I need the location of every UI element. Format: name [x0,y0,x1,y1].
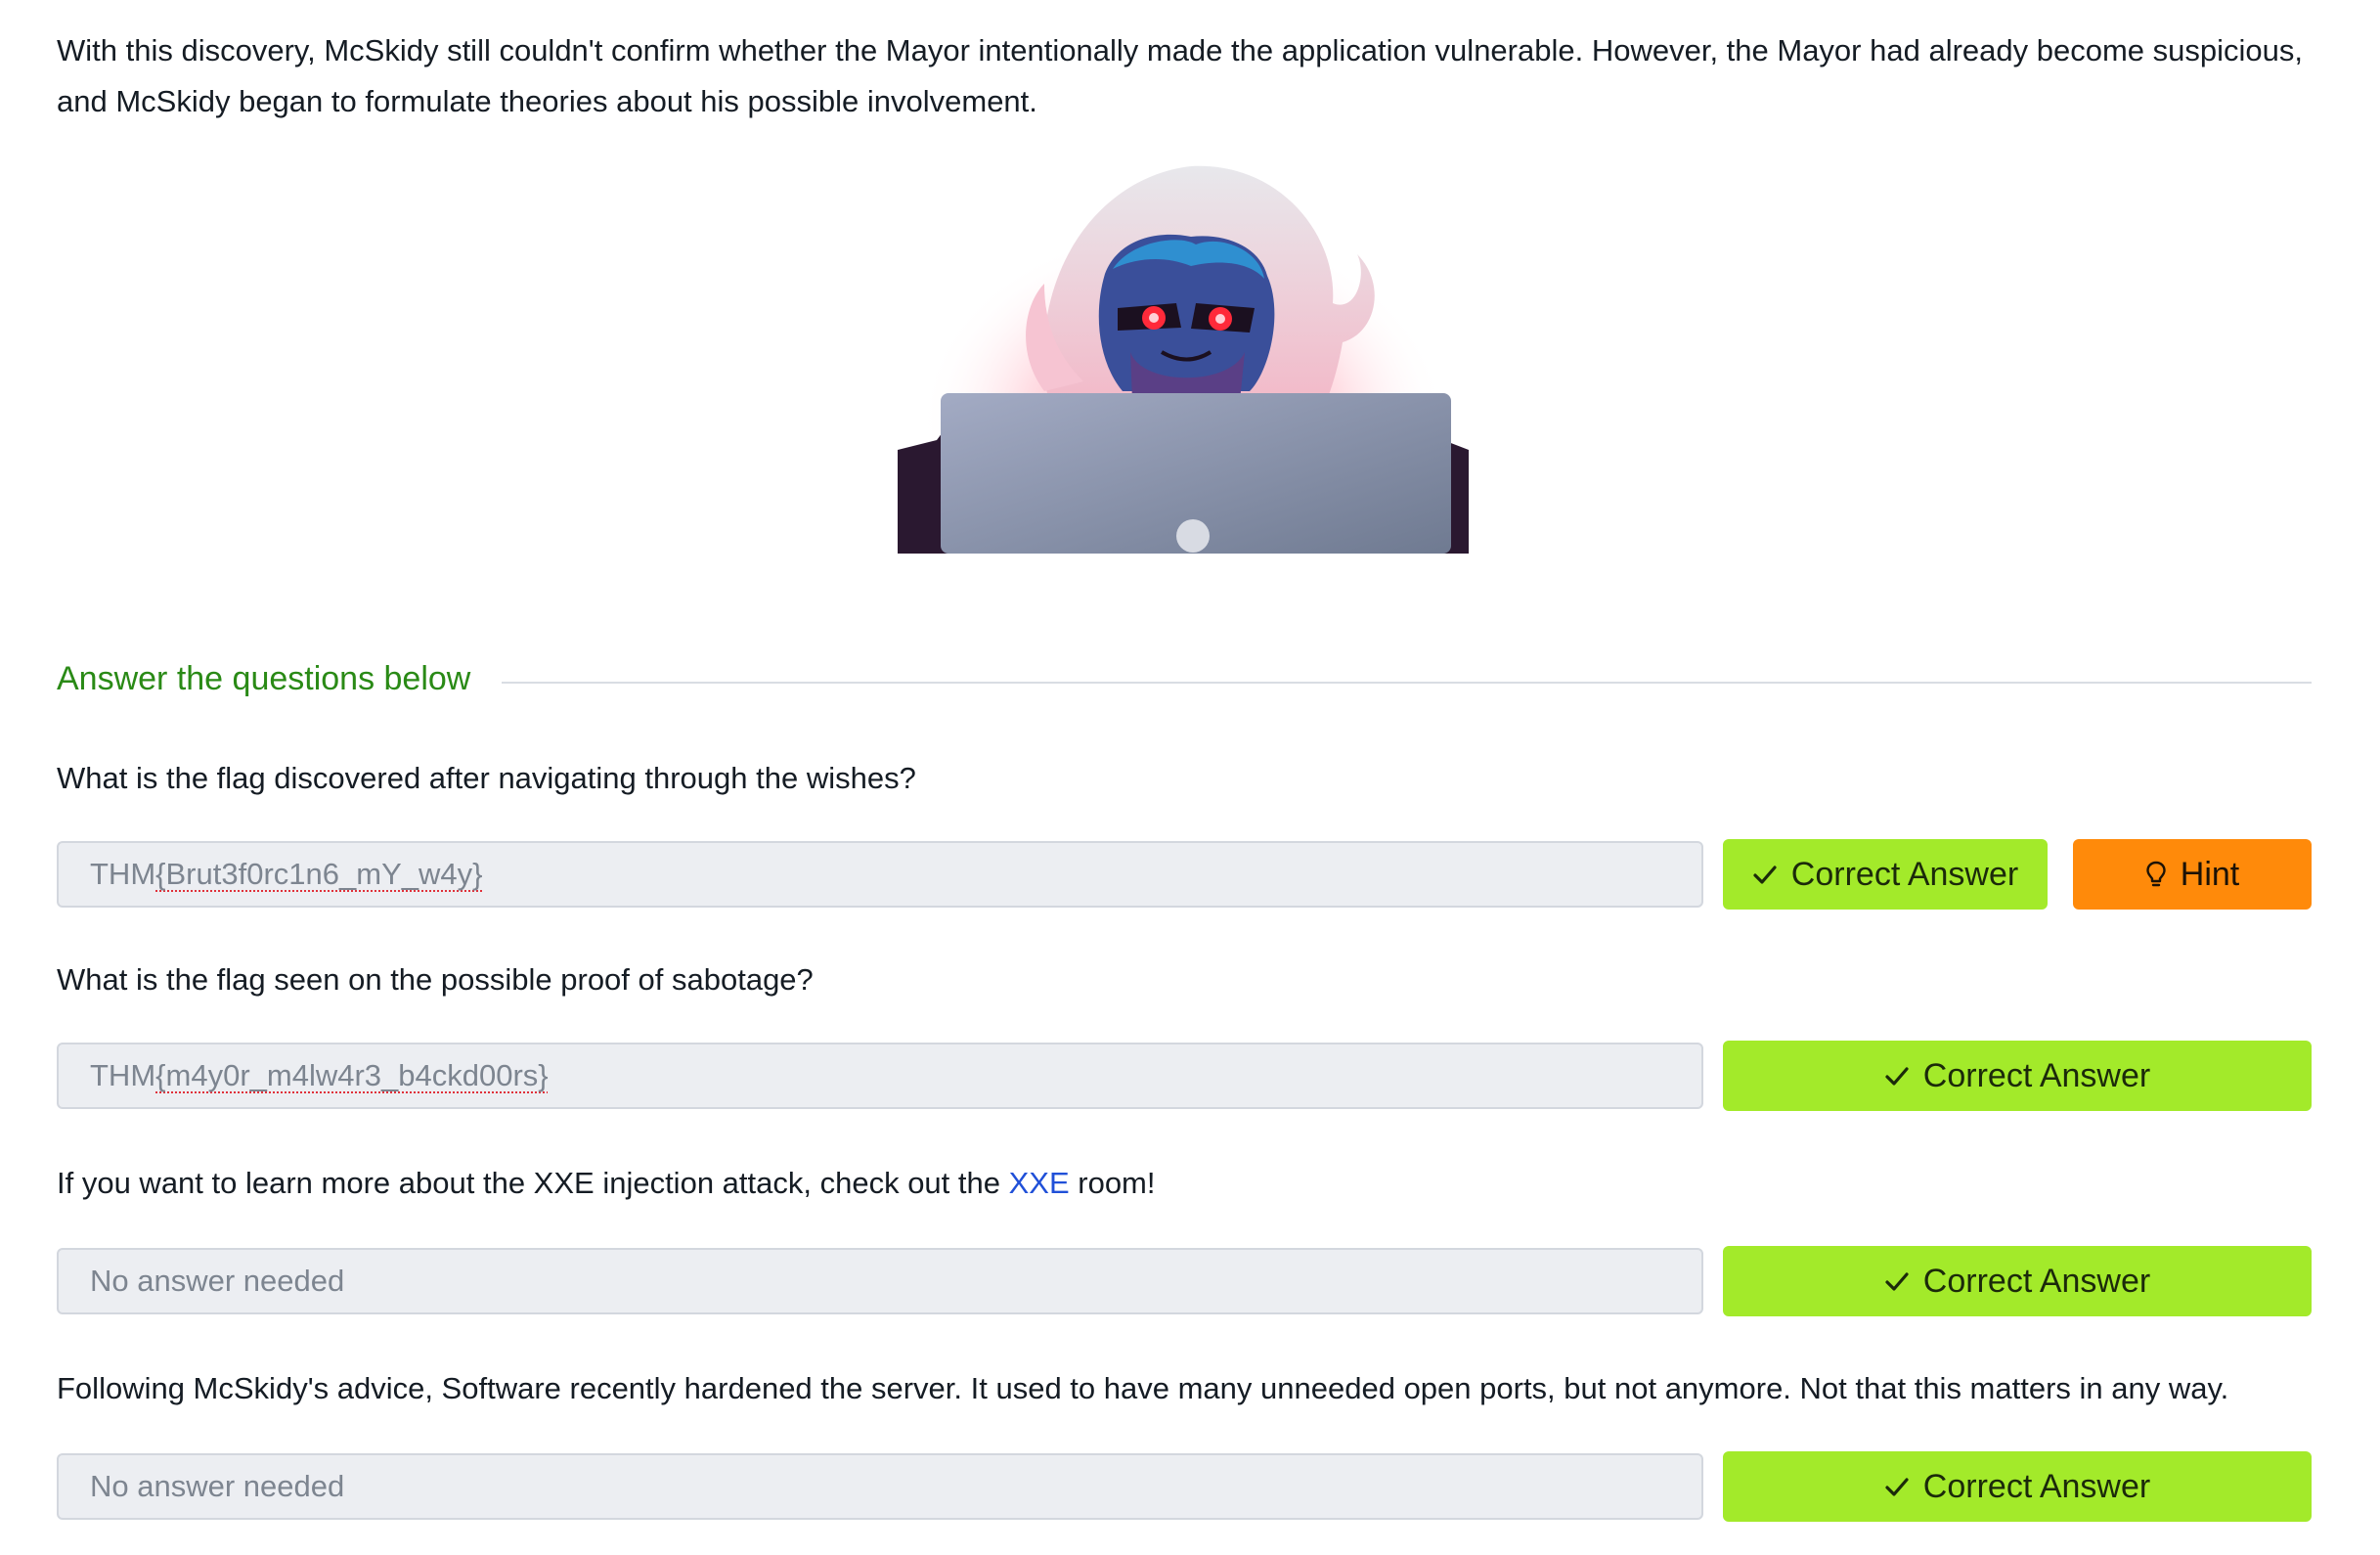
correct-answer-label-3: Correct Answer [1922,1262,2151,1300]
answer-field-3[interactable]: No answer needed [57,1248,1703,1314]
question-2-text: What is the flag seen on the possible pr… [57,962,814,997]
question-3-text-after: room! [1069,1166,1156,1200]
section-divider [502,682,2312,684]
answer-4-placeholder: No answer needed [90,1469,345,1503]
correct-answer-button-3[interactable]: Correct Answer [1723,1246,2312,1316]
answer-field-2[interactable]: THM {m4y0r_m4lw4r3_b4ckd00rs} [57,1043,1703,1109]
answer-field-4[interactable]: No answer needed [57,1453,1703,1520]
answer-2-value: {m4y0r_m4lw4r3_b4ckd00rs} [155,1058,549,1092]
correct-answer-button-4[interactable]: Correct Answer [1723,1451,2312,1522]
answer-field-1[interactable]: THM {Brut3f0rc1n6_mY_w4y} [57,841,1703,908]
answer-1-prefix: THM [90,857,156,891]
correct-answer-label-1: Correct Answer [1790,855,2019,893]
question-3-text-before: If you want to learn more about the XXE … [57,1166,1009,1200]
question-1-text: What is the flag discovered after naviga… [57,761,916,795]
check-icon [1753,866,1777,884]
correct-answer-label-4: Correct Answer [1922,1467,2151,1505]
answer-1-value: {Brut3f0rc1n6_mY_w4y} [155,857,483,891]
question-4-text: Following McSkidy's advice, Software rec… [57,1371,2229,1405]
answer-2-prefix: THM [90,1058,156,1092]
mayor-laptop-illustration [898,165,1469,554]
intro-paragraph: With this discovery, McSkidy still could… [57,33,2303,118]
answer-3-placeholder: No answer needed [90,1264,345,1298]
section-title: Answer the questions below [57,659,471,697]
check-icon [1885,1272,1909,1291]
hint-button[interactable]: Hint [2073,839,2312,910]
correct-answer-button-2[interactable]: Correct Answer [1723,1041,2312,1111]
hint-label: Hint [2180,855,2240,893]
question-3-text: If you want to learn more about the XXE … [57,1162,2325,1205]
questions-section-header: Answer the questions below [57,653,2312,704]
check-icon [1885,1067,1909,1086]
xxe-room-link[interactable]: XXE [1009,1166,1070,1200]
check-icon [1885,1478,1909,1496]
correct-answer-button-1[interactable]: Correct Answer [1723,839,2048,910]
lightbulb-icon [2146,861,2166,887]
correct-answer-label-2: Correct Answer [1922,1056,2151,1094]
